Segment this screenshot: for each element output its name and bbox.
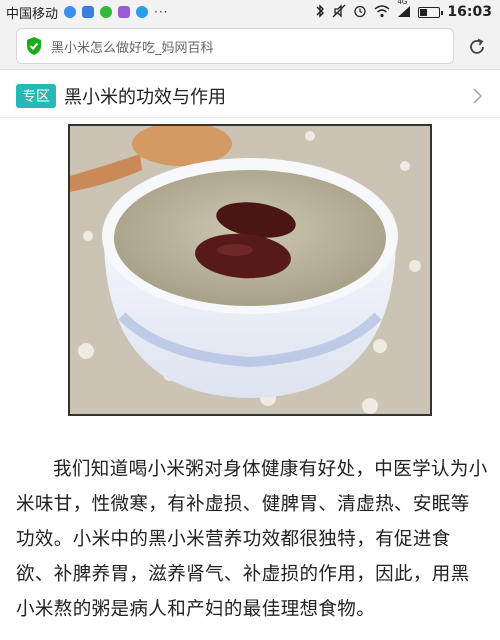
notification-gallery-icon (118, 6, 131, 18)
mute-icon (332, 4, 346, 20)
millet-porridge-bowl-image (70, 126, 430, 414)
article-body: 我们知道喝小米粥对身体健康有好处，中医学认为小米味甘，性微寒，有补虚损、健脾胃、… (16, 452, 488, 627)
battery-level (420, 8, 428, 16)
alarm-icon (353, 4, 367, 20)
address-text: 黑小米怎么做好吃_妈网百科 (51, 40, 214, 56)
notification-browser-icon (136, 6, 149, 18)
signal-icon: 4G (397, 0, 411, 20)
status-left: 中国移动 ··· (6, 3, 168, 22)
article-paragraph: 我们知道喝小米粥对身体健康有好处，中医学认为小米味甘，性微寒，有补虚损、健脾胃、… (16, 459, 488, 620)
notification-wechat-icon (100, 6, 113, 18)
status-bar: 中国移动 ··· 4G 16:03 (0, 0, 500, 24)
chevron-right-icon (473, 88, 483, 104)
zone-badge: 专区 (16, 83, 56, 108)
network-type-label: 4G (397, 0, 408, 6)
status-right: 4G 16:03 (315, 0, 492, 20)
reload-icon[interactable] (466, 36, 488, 58)
browser-toolbar: 黑小米怎么做好吃_妈网百科 (0, 24, 500, 70)
topic-header[interactable]: 专区 黑小米的功效与作用 (0, 74, 500, 118)
notification-shield-icon (82, 6, 95, 18)
topic-title: 黑小米的功效与作用 (64, 86, 226, 108)
bluetooth-icon (315, 4, 325, 20)
carrier-label: 中国移动 (6, 6, 59, 22)
wifi-icon (374, 4, 390, 20)
shield-check-icon (27, 37, 41, 55)
article-photo (68, 124, 432, 416)
battery-icon (418, 6, 444, 18)
address-bar[interactable]: 黑小米怎么做好吃_妈网百科 (16, 28, 454, 64)
clock: 16:03 (447, 4, 492, 20)
more-notifications-icon: ··· (154, 5, 169, 19)
notification-app-icon (64, 6, 77, 18)
